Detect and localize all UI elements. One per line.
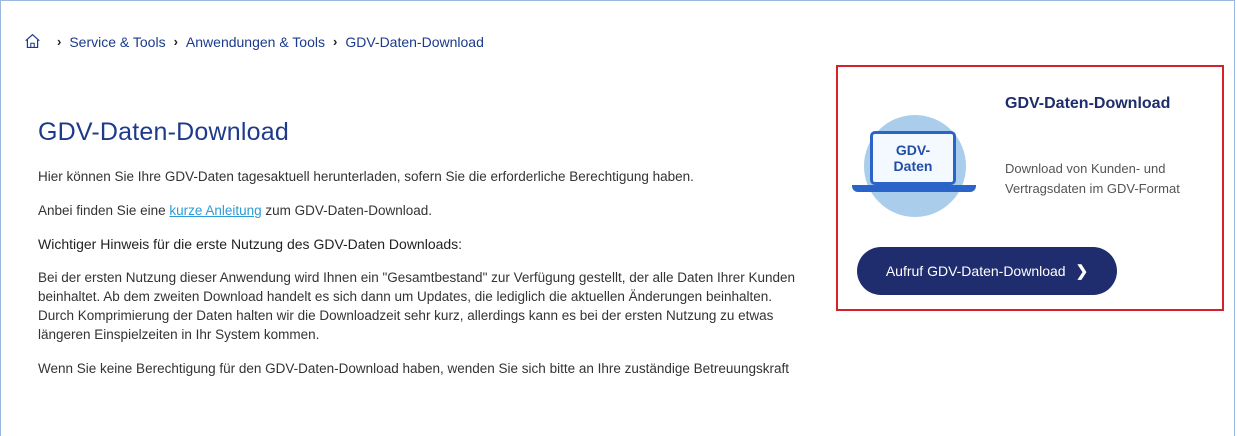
teaser-title: GDV-Daten-Download [1005,95,1171,112]
breadcrumb-item-service-tools[interactable]: Service & Tools [69,34,165,50]
guide-link[interactable]: kurze Anleitung [169,203,261,218]
chevron-right-icon: › [57,34,62,49]
download-teaser-card: GDV- Daten GDV-Daten-Download Download v… [836,65,1224,311]
breadcrumb-item-anwendungen-tools[interactable]: Anwendungen & Tools [186,34,325,50]
hint-text-2: Durch Komprimierung der Daten halten wir… [38,308,774,342]
chevron-right-icon: › [333,34,338,49]
hint-text-1: Bei der ersten Nutzung dieser Anwendung … [38,270,796,304]
chevron-right-icon: › [173,34,178,49]
intro-text: Hier können Sie Ihre GDV-Daten tagesaktu… [38,169,694,184]
laptop-base [852,185,976,192]
contact-text: Wenn Sie keine Berechtigung für den GDV-… [38,361,789,376]
laptop-screen: GDV- Daten [870,131,956,185]
main-content: GDV-Daten-Download Hier können Sie Ihre … [38,118,828,393]
breadcrumb: › Service & Tools › Anwendungen & Tools … [24,33,484,50]
guide-prefix: Anbei finden Sie eine [38,203,170,218]
home-icon[interactable] [24,33,41,50]
breadcrumb-item-current: GDV-Daten-Download [345,33,484,50]
illustration-line-1: GDV- [895,142,931,158]
open-gdv-download-button[interactable]: Aufruf GDV-Daten-Download ❯ [857,247,1117,295]
guide-paragraph: Anbei finden Sie eine kurze Anleitung zu… [38,201,828,220]
chevron-right-icon: ❯ [1075,263,1089,280]
teaser-description: Download von Kunden- und Vertragsdaten i… [1005,161,1180,196]
page-title: GDV-Daten-Download [38,118,289,146]
guide-suffix: zum GDV-Daten-Download. [261,203,432,218]
button-label: Aufruf GDV-Daten-Download [885,263,1066,279]
hint-title: Wichtiger Hinweis für die erste Nutzung … [38,236,463,252]
illustration-line-2: Daten [893,158,933,174]
laptop-icon: GDV- Daten [852,131,976,193]
